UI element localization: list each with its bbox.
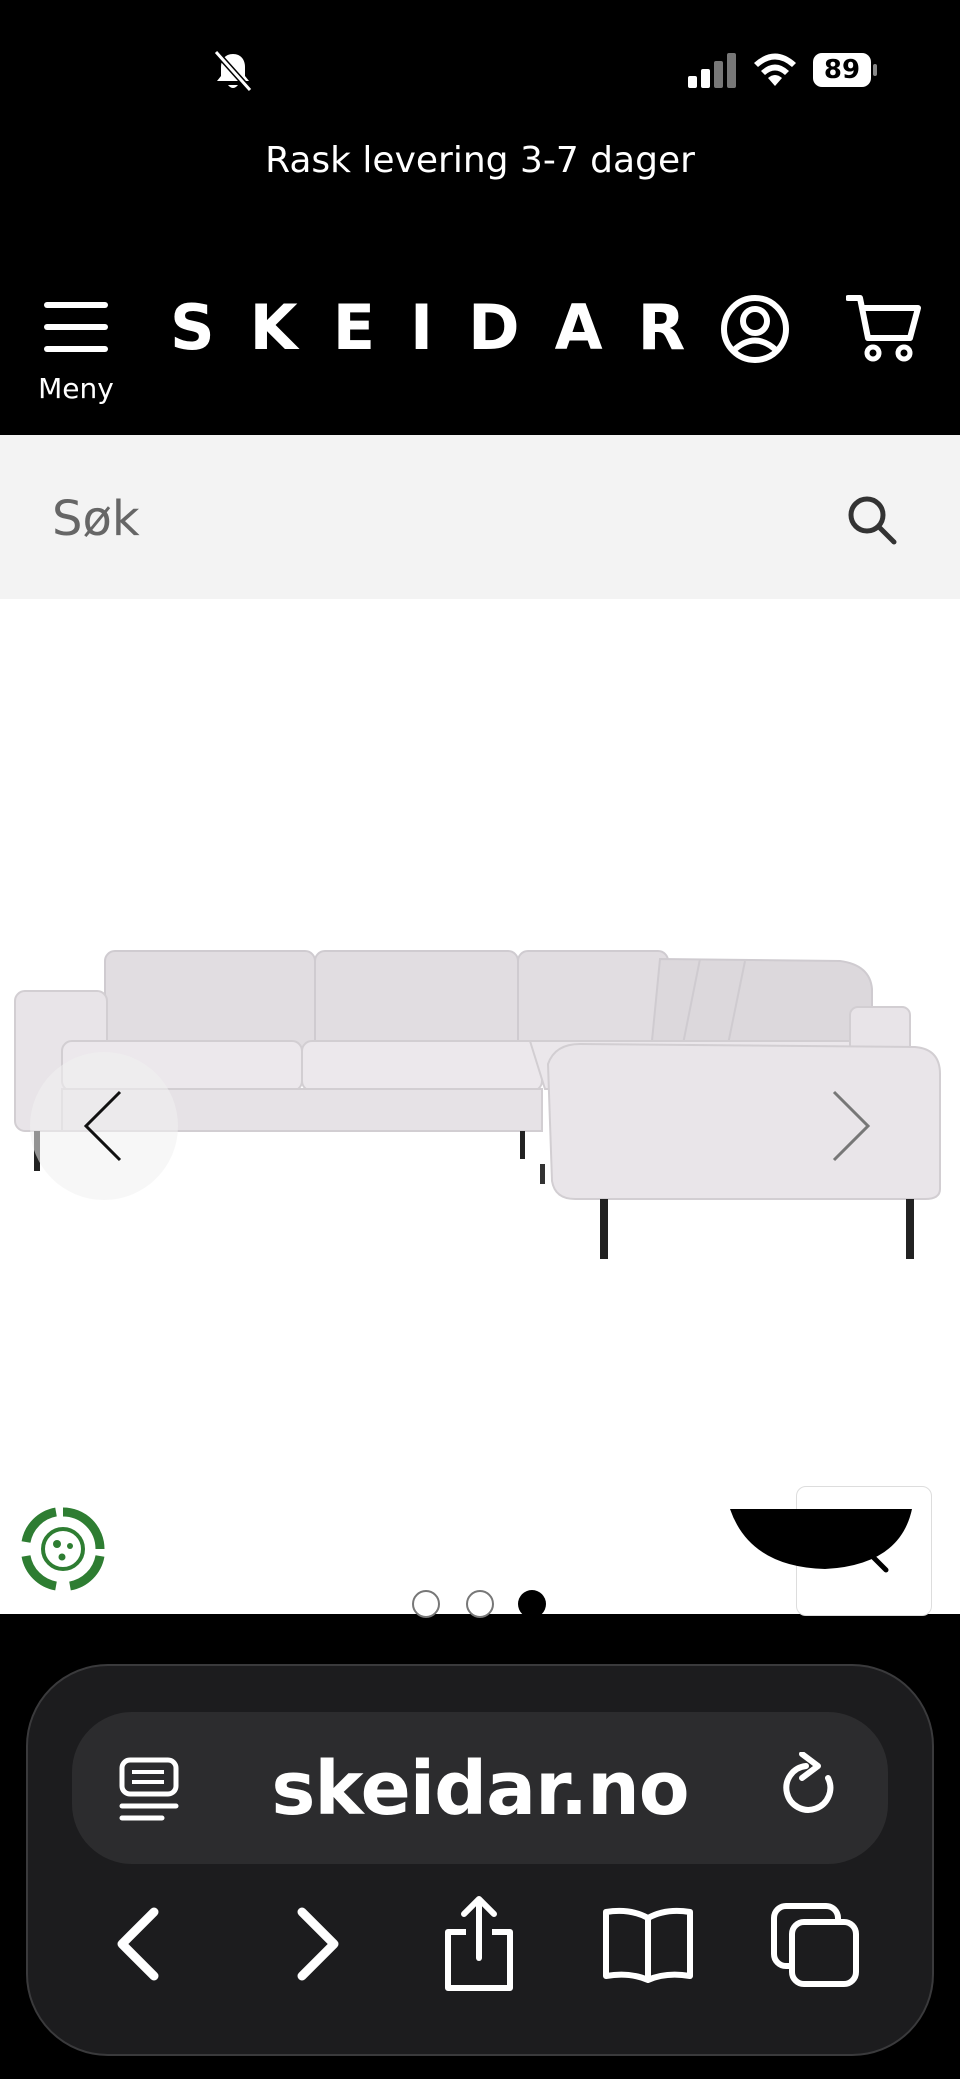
tabs-icon[interactable]	[770, 1902, 860, 1988]
promo-banner[interactable]: Rask levering 3-7 dager	[0, 140, 960, 181]
bookmarks-icon[interactable]	[600, 1906, 696, 1984]
slide-indicator-1[interactable]	[412, 1590, 440, 1618]
menu-label[interactable]: Meny	[28, 372, 124, 405]
share-icon[interactable]	[440, 1894, 518, 1994]
battery-level: 89	[823, 55, 861, 85]
hamburger-menu-icon[interactable]	[44, 298, 108, 356]
wifi-icon	[754, 53, 796, 86]
chat-search-icon[interactable]	[856, 1540, 890, 1574]
status-time: 11:03	[96, 42, 226, 91]
slide-indicator-2[interactable]	[466, 1590, 494, 1618]
bell-slash-icon	[213, 49, 253, 93]
search-icon[interactable]	[846, 494, 898, 546]
forward-icon[interactable]	[286, 1904, 346, 1984]
chevron-right-icon[interactable]	[826, 1088, 876, 1164]
url-text[interactable]: skeidar.no	[220, 1746, 740, 1832]
brand-logo[interactable]: SKEIDAR	[170, 288, 685, 368]
eco-recycle-icon[interactable]	[18, 1504, 108, 1594]
chevron-left-icon[interactable]	[78, 1088, 128, 1164]
back-icon[interactable]	[110, 1904, 170, 1984]
reader-icon[interactable]	[118, 1756, 180, 1822]
cellular-signal-icon	[688, 53, 736, 88]
slide-indicator-3-active[interactable]	[518, 1590, 546, 1618]
account-icon[interactable]	[720, 294, 790, 364]
search-input[interactable]	[50, 470, 814, 568]
cart-icon[interactable]	[846, 292, 922, 364]
reload-icon[interactable]	[780, 1752, 842, 1822]
